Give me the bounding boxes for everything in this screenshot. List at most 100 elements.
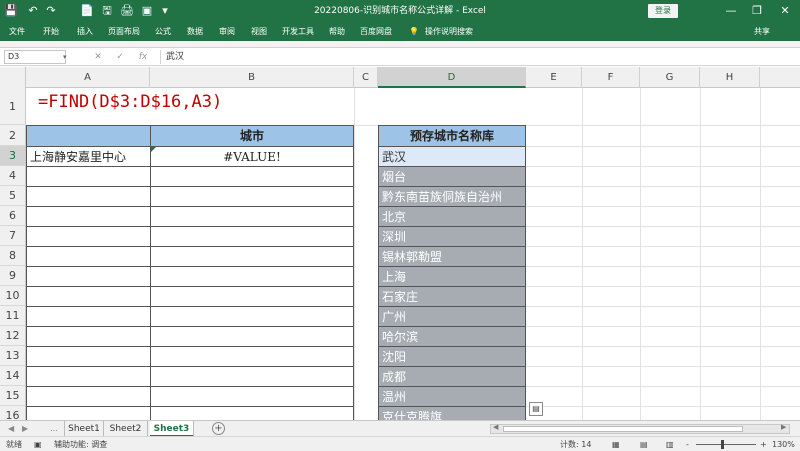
macro-record-icon[interactable]: ▣: [34, 437, 42, 451]
sheet-tab-3-active[interactable]: Sheet3: [150, 421, 194, 437]
row-header-11[interactable]: 11: [0, 306, 26, 326]
chevron-down-icon[interactable]: ▾: [63, 51, 67, 63]
row-header-14[interactable]: 14: [0, 366, 26, 386]
row-header-2[interactable]: 2: [0, 125, 26, 146]
cell-d7[interactable]: 深圳: [378, 226, 526, 247]
close-icon[interactable]: ✕: [772, 0, 798, 22]
name-box[interactable]: D3 ▾: [4, 50, 67, 64]
restore-icon[interactable]: ❐: [744, 0, 770, 22]
cell-d4[interactable]: 烟台: [378, 166, 526, 187]
column-header-a[interactable]: A: [26, 67, 150, 88]
column-header-d[interactable]: D: [378, 67, 526, 88]
quick-analysis-icon[interactable]: ▤: [529, 402, 543, 416]
horizontal-scrollbar[interactable]: ◀ ▶: [490, 423, 790, 434]
cell-d13[interactable]: 沈阳: [378, 346, 526, 367]
cell-d3-active[interactable]: 武汉: [378, 146, 526, 167]
insert-function-icon[interactable]: fx: [136, 50, 150, 64]
cell-d9[interactable]: 上海: [378, 266, 526, 287]
sheet-tab-1[interactable]: Sheet1: [64, 421, 104, 437]
scrollbar-thumb[interactable]: [503, 426, 743, 432]
zoom-slider-knob[interactable]: [721, 440, 724, 449]
tab-formulas[interactable]: 公式: [152, 22, 174, 41]
row-header-9[interactable]: 9: [0, 266, 26, 286]
row-header-10[interactable]: 10: [0, 286, 26, 306]
cancel-icon[interactable]: ✕: [92, 50, 104, 64]
zoom-slider[interactable]: [696, 444, 756, 445]
login-button[interactable]: 登录: [648, 4, 678, 18]
scroll-left-icon[interactable]: ◀: [493, 423, 498, 431]
row-header-7[interactable]: 7: [0, 226, 26, 246]
tab-view[interactable]: 视图: [248, 22, 270, 41]
cell-b4[interactable]: [150, 166, 354, 187]
cell-d8[interactable]: 锡林郭勒盟: [378, 246, 526, 267]
row-header-15[interactable]: 15: [0, 386, 26, 406]
sheet-more-icon[interactable]: …: [50, 421, 58, 437]
row-header-4[interactable]: 4: [0, 166, 26, 186]
tab-help[interactable]: 帮助: [326, 22, 348, 41]
undo-icon[interactable]: ↶: [26, 0, 40, 22]
formula-input[interactable]: 武汉: [160, 50, 796, 64]
column-header-g[interactable]: G: [640, 67, 700, 88]
cell-b6[interactable]: [150, 206, 354, 227]
minimize-icon[interactable]: —: [718, 0, 744, 22]
preview-icon[interactable]: ▣: [140, 0, 154, 22]
cell-d2-library-header[interactable]: 预存城市名称库: [378, 125, 526, 147]
share-button[interactable]: 共享: [754, 22, 770, 41]
select-all-corner[interactable]: [0, 67, 26, 88]
cell-b9[interactable]: [150, 266, 354, 287]
cell-d6[interactable]: 北京: [378, 206, 526, 227]
cell-b3[interactable]: #VALUE!: [150, 146, 354, 167]
row-header-8[interactable]: 8: [0, 246, 26, 266]
tab-home[interactable]: 开始: [40, 22, 62, 41]
tab-data[interactable]: 数据: [184, 22, 206, 41]
accessibility-status[interactable]: 辅助功能: 调查: [54, 437, 107, 451]
new-file-icon[interactable]: 📄: [80, 0, 94, 22]
normal-view-icon[interactable]: ▦: [612, 437, 620, 451]
cell-b11[interactable]: [150, 306, 354, 327]
tab-review[interactable]: 审阅: [216, 22, 238, 41]
cell-d15[interactable]: 温州: [378, 386, 526, 407]
cell-a2[interactable]: [26, 125, 151, 147]
cell-a14[interactable]: [26, 366, 151, 387]
enter-icon[interactable]: ✓: [114, 50, 126, 64]
column-header-e[interactable]: E: [526, 67, 582, 88]
add-sheet-button[interactable]: +: [212, 422, 225, 435]
tab-developer[interactable]: 开发工具: [280, 22, 316, 41]
row-header-6[interactable]: 6: [0, 206, 26, 226]
save-icon[interactable]: 💾: [4, 0, 18, 22]
sheet-tab-2[interactable]: Sheet2: [104, 421, 148, 437]
scroll-right-icon[interactable]: ▶: [781, 423, 786, 431]
cell-b5[interactable]: [150, 186, 354, 207]
customize-qat-icon[interactable]: ▾: [158, 0, 172, 22]
tab-baidu-netdisk[interactable]: 百度网盘: [358, 22, 394, 41]
column-header-c[interactable]: C: [354, 67, 378, 88]
cell-d16[interactable]: 克什克腾旗: [378, 406, 526, 420]
cell-a16[interactable]: [26, 406, 151, 420]
cell-b2-city-header[interactable]: 城市: [150, 125, 354, 147]
cell-d12[interactable]: 哈尔滨: [378, 326, 526, 347]
cell-a7[interactable]: [26, 226, 151, 247]
cell-b13[interactable]: [150, 346, 354, 367]
cell-a5[interactable]: [26, 186, 151, 207]
cell-d5[interactable]: 黔东南苗族侗族自治州: [378, 186, 526, 207]
tab-file[interactable]: 文件: [6, 22, 28, 41]
row-header-16[interactable]: 16: [0, 406, 26, 420]
sheet-prev-icon[interactable]: ◀: [8, 421, 14, 437]
row-header-3[interactable]: 3: [0, 146, 26, 166]
cell-b16[interactable]: [150, 406, 354, 420]
cell-d11[interactable]: 广州: [378, 306, 526, 327]
row-header-12[interactable]: 12: [0, 326, 26, 346]
zoom-level[interactable]: 130%: [772, 437, 795, 451]
save-as-icon[interactable]: 🖫: [100, 0, 114, 22]
cell-a9[interactable]: [26, 266, 151, 287]
row-header-5[interactable]: 5: [0, 186, 26, 206]
cell-a13[interactable]: [26, 346, 151, 367]
sheet-next-icon[interactable]: ▶: [22, 421, 28, 437]
zoom-out-button[interactable]: -: [686, 437, 689, 451]
cell-a15[interactable]: [26, 386, 151, 407]
cell-b8[interactable]: [150, 246, 354, 267]
cell-d14[interactable]: 成都: [378, 366, 526, 387]
cell-a8[interactable]: [26, 246, 151, 267]
print-icon[interactable]: 🖨: [120, 0, 134, 22]
column-header-h[interactable]: H: [700, 67, 760, 88]
